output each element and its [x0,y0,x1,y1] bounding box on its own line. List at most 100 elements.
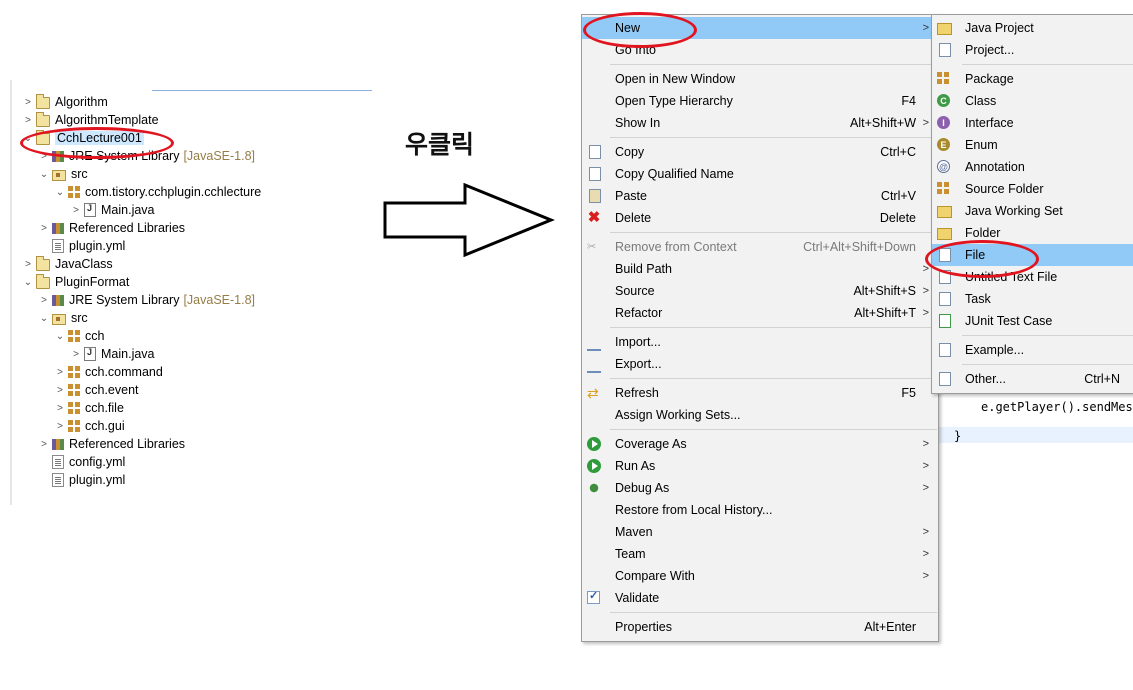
menu-item-maven[interactable]: Maven > [582,521,938,543]
package-icon [68,384,80,396]
tree-item-label: cch.command [85,365,163,379]
tree-item-label: plugin.yml [69,473,126,487]
submenu-item-other[interactable]: Other... Ctrl+N [932,368,1133,390]
chevron-right-icon[interactable]: > [54,384,66,396]
enum-icon: E [937,138,950,151]
menu-item-coverage-as[interactable]: Coverage As > [582,433,938,455]
submenu-item-junit-test-case[interactable]: JUnit Test Case [932,310,1133,332]
tree-item-file[interactable]: plugin.yml [52,237,125,255]
file-icon [52,455,64,469]
menu-item-copy-qualified-name[interactable]: Copy Qualified Name [582,163,938,185]
tree-item-label: Main.java [101,347,155,361]
coverage-icon [587,437,601,451]
chevron-down-icon[interactable]: ⌄ [38,168,50,180]
tree-item-package[interactable]: ⌄ com.tistory.cchplugin.cchlecture [54,183,261,201]
chevron-right-icon[interactable]: > [70,348,82,360]
submenu-item-source-folder[interactable]: Source Folder [932,178,1133,200]
menu-item-export[interactable]: Export... [582,353,938,375]
java-file-icon [84,347,96,361]
right-click-label: 우클릭 [405,130,475,159]
chevron-right-icon[interactable]: > [38,438,50,450]
example-icon [939,343,951,357]
tree-item-library[interactable]: > JRE System Library [JavaSE-1.8] [38,291,255,309]
tree-item-library[interactable]: > Referenced Libraries [38,435,185,453]
submenu-item-example[interactable]: Example... [932,339,1133,361]
tree-item-project[interactable]: > JavaClass [22,255,113,273]
chevron-down-icon[interactable]: ⌄ [22,276,34,288]
class-icon: C [937,94,950,107]
tree-item-label: com.tistory.cchplugin.cchlecture [85,185,262,199]
chevron-right-icon[interactable]: > [54,402,66,414]
annotation-circle-project [20,127,174,159]
tree-item-source-folder[interactable]: ⌄ src [38,309,88,327]
chevron-right-icon[interactable]: > [54,366,66,378]
menu-item-compare-with[interactable]: Compare With > [582,565,938,587]
source-folder-icon [52,314,66,325]
tree-item-java-file[interactable]: > Main.java [70,345,155,363]
java-project-icon [937,23,952,35]
menu-item-import[interactable]: Import... [582,331,938,353]
chevron-down-icon[interactable]: ⌄ [54,330,66,342]
submenu-item-task[interactable]: Task [932,288,1133,310]
chevron-right-icon[interactable]: > [22,96,34,108]
tree-item-library[interactable]: > Referenced Libraries [38,219,185,237]
menu-item-paste[interactable]: Paste Ctrl+V [582,185,938,207]
menu-separator [610,64,937,65]
tree-item-source-folder[interactable]: ⌄ src [38,165,88,183]
menu-item-build-path[interactable]: Build Path > [582,258,938,280]
run-icon [587,459,601,473]
import-icon [587,335,601,351]
tree-item-package[interactable]: > cch.command [54,363,163,381]
menu-item-refresh[interactable]: ⇄ Refresh F5 [582,382,938,404]
chevron-right-icon[interactable]: > [22,258,34,270]
tree-item-project[interactable]: ⌄ PluginFormat [22,273,129,291]
menu-item-debug-as[interactable]: Debug As > [582,477,938,499]
submenu-item-package[interactable]: Package [932,68,1133,90]
menu-item-team[interactable]: Team > [582,543,938,565]
submenu-item-class[interactable]: C Class [932,90,1133,112]
chevron-down-icon[interactable]: ⌄ [54,186,66,198]
submenu-item-annotation[interactable]: @ Annotation [932,156,1133,178]
chevron-right-icon[interactable]: > [54,420,66,432]
submenu-item-project[interactable]: Project... [932,39,1133,61]
chevron-right-icon[interactable]: > [22,114,34,126]
submenu-item-java-working-set[interactable]: Java Working Set [932,200,1133,222]
menu-item-refactor[interactable]: Refactor Alt+Shift+T > [582,302,938,324]
menu-item-copy[interactable]: Copy Ctrl+C [582,141,938,163]
tree-item-label: src [71,311,88,325]
chevron-right-icon[interactable]: > [38,222,50,234]
menu-item-run-as[interactable]: Run As > [582,455,938,477]
menu-item-source[interactable]: Source Alt+Shift+S > [582,280,938,302]
tree-item-package[interactable]: ⌄ cch [54,327,105,345]
menu-item-restore-history[interactable]: Restore from Local History... [582,499,938,521]
tree-item-label: JRE System Library [69,293,180,307]
tree-item-package[interactable]: > cch.event [54,381,138,399]
menu-item-validate[interactable]: Validate [582,587,938,609]
tree-item-label: plugin.yml [69,239,126,253]
tree-item-label: Algorithm [55,95,108,109]
chevron-right-icon[interactable]: > [38,294,50,306]
menu-item-open-type-hierarchy[interactable]: Open Type Hierarchy F4 [582,90,938,112]
submenu-item-enum[interactable]: E Enum [932,134,1133,156]
tree-item-label: cch.file [85,401,124,415]
tree-item-decoration: [JavaSE-1.8] [183,149,256,163]
menu-item-assign-working-sets[interactable]: Assign Working Sets... [582,404,938,426]
submenu-item-java-project[interactable]: Java Project [932,17,1133,39]
tree-item-java-file[interactable]: > Main.java [70,201,155,219]
tree-item-project[interactable]: > Algorithm [22,93,108,111]
menu-item-open-new-window[interactable]: Open in New Window [582,68,938,90]
tree-item-label: JavaClass [55,257,113,271]
context-menu: New > Go Into Open in New Window Open Ty… [581,14,939,642]
delete-icon: ✖ [587,209,601,226]
submenu-item-interface[interactable]: I Interface [932,112,1133,134]
menu-item-show-in[interactable]: Show In Alt+Shift+W > [582,112,938,134]
menu-item-delete[interactable]: ✖ Delete Delete [582,207,938,229]
tree-item-package[interactable]: > cch.file [54,399,124,417]
tree-item-file[interactable]: config.yml [52,453,125,471]
chevron-down-icon[interactable]: ⌄ [38,312,50,324]
java-file-icon [84,203,96,217]
tree-item-package[interactable]: > cch.gui [54,417,125,435]
menu-item-properties[interactable]: Properties Alt+Enter [582,616,938,638]
tree-item-file[interactable]: plugin.yml [52,471,125,489]
chevron-right-icon[interactable]: > [70,204,82,216]
